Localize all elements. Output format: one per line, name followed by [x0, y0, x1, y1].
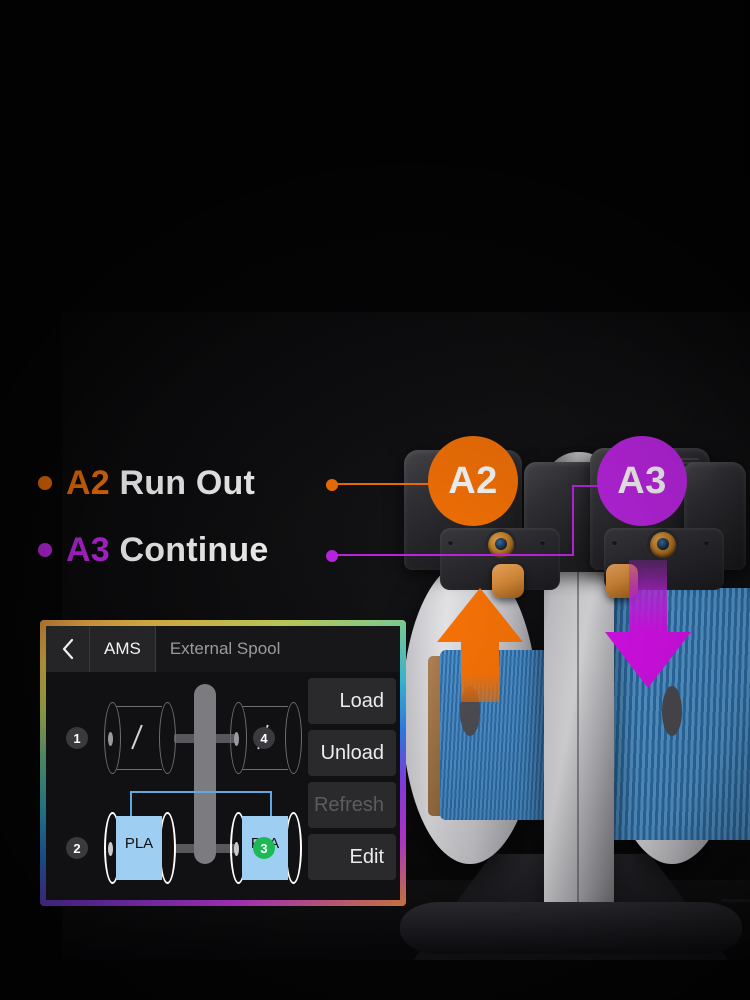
badge-a3-text: A3 — [617, 459, 667, 502]
slot-1-body — [116, 706, 162, 770]
arrow-down-icon — [605, 560, 691, 688]
slot-2-hub — [108, 842, 113, 856]
hub-screw — [448, 540, 453, 545]
callout-a2-code: A2 — [66, 464, 110, 502]
refresh-button: Refresh — [308, 782, 396, 828]
badge-a2-text: A2 — [448, 459, 498, 502]
power-cable — [722, 862, 750, 902]
hub-screw — [612, 540, 617, 545]
slot-2[interactable]: PLA — [104, 812, 176, 884]
slot-2-number-text: 2 — [73, 840, 81, 856]
tube-horizontal — [130, 791, 272, 793]
hub-screw — [540, 540, 545, 545]
ptfe-port-right — [650, 532, 676, 558]
badge-a3: A3 — [597, 436, 687, 526]
ams-base-foot — [400, 902, 742, 954]
callout-a3: A3 Continue — [38, 533, 268, 567]
slot-1-number: 1 — [66, 727, 88, 749]
callout-a3-text: A3 Continue — [66, 533, 268, 567]
tab-external-spool-label: External Spool — [169, 639, 281, 658]
callout-a2-text: A2 Run Out — [66, 466, 255, 500]
slot-4-number: 4 — [253, 727, 275, 749]
slot-4-number-text: 4 — [260, 730, 268, 746]
ptfe-port-bore — [495, 538, 507, 550]
chevron-left-icon — [62, 638, 73, 660]
ams-slot-diagram: 1 4 PLA 2 3 — [46, 672, 308, 900]
slot-1-hub — [108, 732, 113, 746]
back-button[interactable] — [46, 626, 90, 672]
callout-a3-label: Continue — [119, 531, 269, 569]
hub-screw — [704, 540, 709, 545]
tab-external-spool[interactable]: External Spool — [155, 626, 400, 672]
callout-a2: A2 Run Out — [38, 466, 255, 500]
edit-button[interactable]: Edit — [308, 834, 396, 880]
callout-a3-code: A3 — [66, 531, 110, 569]
arrow-up-icon — [437, 588, 523, 702]
load-button-label: Load — [339, 689, 385, 712]
ams-panel-inner: AMS External Spool 1 4 PLA 2 3 Load Unlo… — [46, 626, 400, 900]
unload-button[interactable]: Unload — [308, 730, 396, 776]
ptfe-port-bore — [657, 538, 669, 550]
refresh-button-label: Refresh — [313, 793, 384, 816]
slot-2-material: PLA — [124, 835, 154, 852]
slot-1[interactable] — [104, 702, 176, 774]
slot-2-number: 2 — [66, 837, 88, 859]
tab-ams[interactable]: AMS — [90, 626, 156, 672]
load-button[interactable]: Load — [308, 678, 396, 724]
slot-3-number: 3 — [253, 837, 275, 859]
edit-button-label: Edit — [349, 845, 384, 868]
tab-ams-label: AMS — [104, 639, 141, 658]
ams-touchscreen-panel: AMS External Spool 1 4 PLA 2 3 Load Unlo… — [40, 620, 406, 906]
slot-1-number-text: 1 — [73, 730, 81, 746]
ams-tabbar: AMS External Spool — [46, 626, 400, 672]
slot-3-hub — [234, 842, 239, 856]
callout-a2-label: Run Out — [119, 464, 256, 502]
slot-3-number-text: 3 — [260, 840, 268, 856]
slot-4-hub — [234, 732, 239, 746]
ams-panel-body: 1 4 PLA 2 3 Load Unload Refresh Edit — [46, 672, 400, 900]
spindle — [194, 684, 216, 864]
unload-button-label: Unload — [320, 741, 384, 764]
bullet-dot-icon — [38, 476, 52, 490]
ams-button-column: Load Unload Refresh Edit — [308, 672, 400, 900]
spool-right-hub-hole — [662, 686, 682, 736]
bullet-dot-icon — [38, 543, 52, 557]
screenshot-stage: A2 A3 A2 Run Out A3 Continue AMS Externa… — [0, 0, 750, 1000]
badge-a2: A2 — [428, 436, 518, 526]
